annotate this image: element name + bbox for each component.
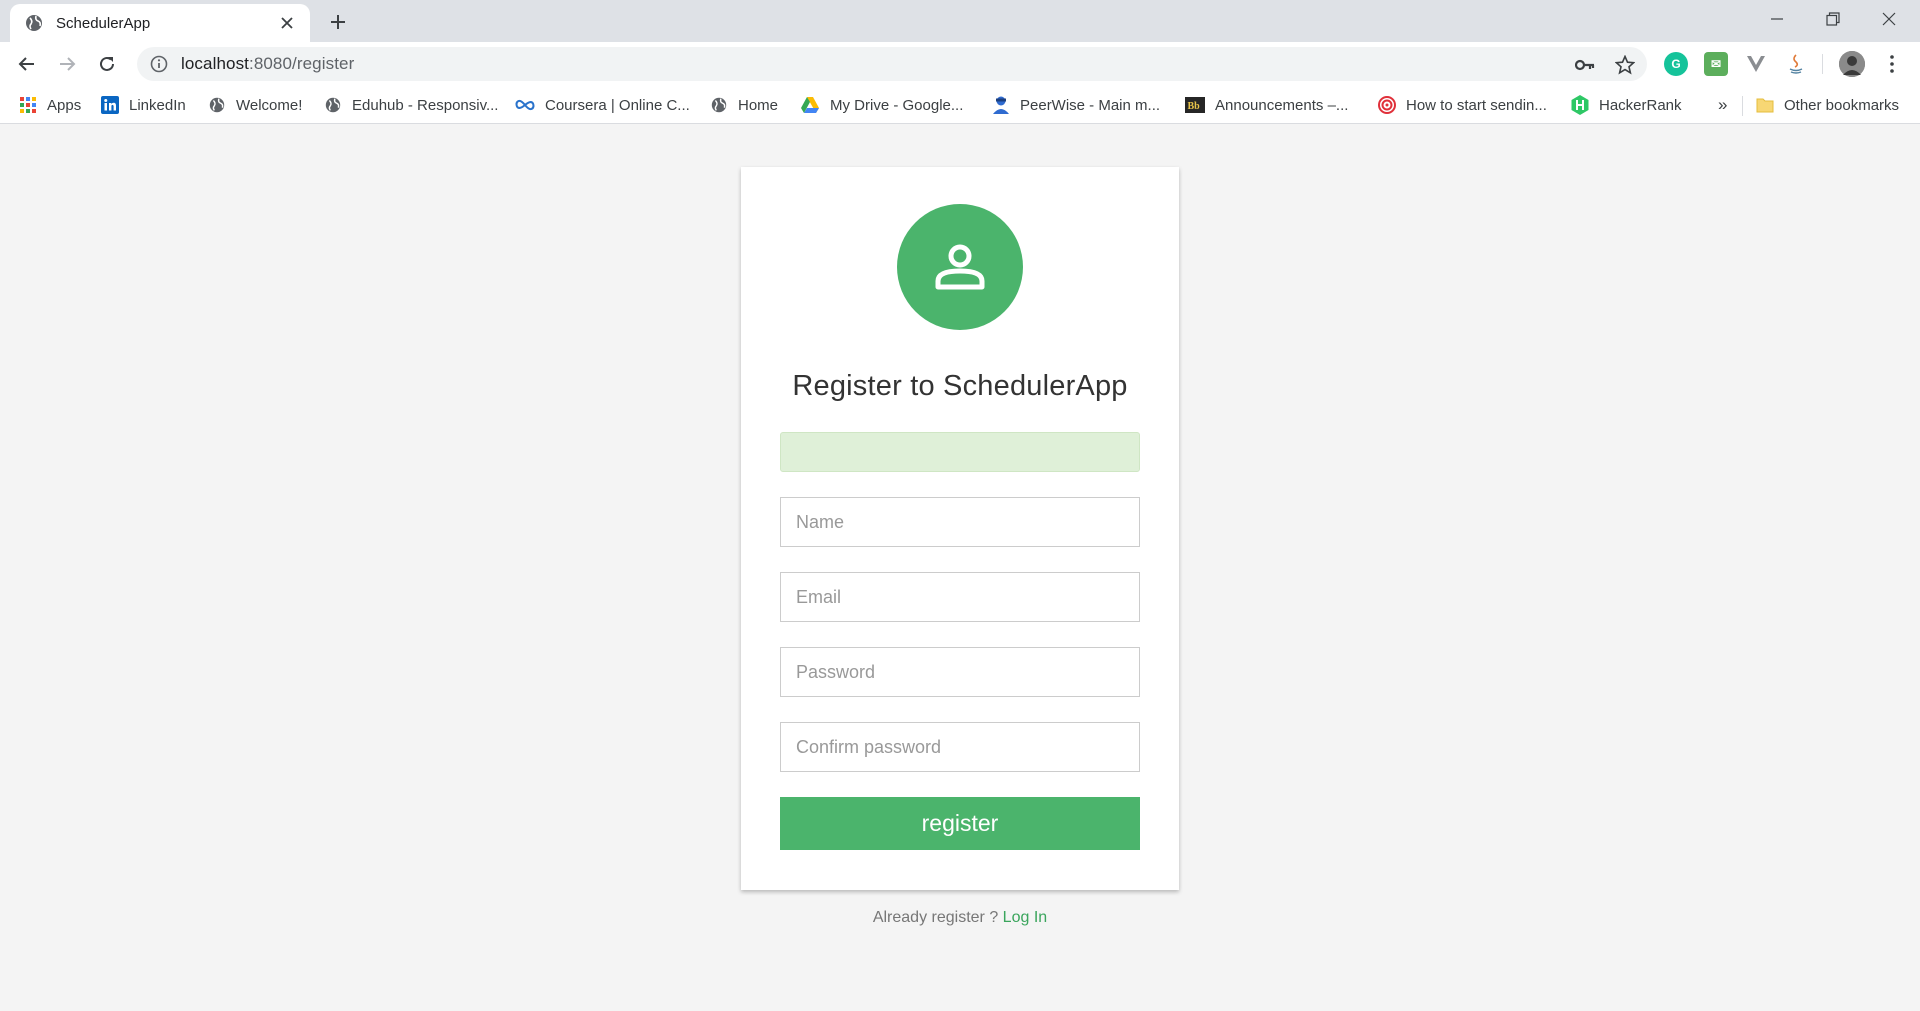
info-icon[interactable] [149,54,169,74]
user-avatar [897,204,1023,330]
bookmark-label: Welcome! [236,96,303,114]
bookmark-welcome[interactable]: Welcome! [208,94,302,116]
mail-tracker-icon[interactable]: ✉ [1704,52,1728,76]
globe-icon [26,15,42,31]
browser-toolbar: localhost:8080/register G ✉ [0,42,1920,86]
profile-avatar[interactable] [1839,51,1865,77]
password-field[interactable] [780,647,1140,697]
globe-icon [208,96,226,114]
forward-icon[interactable] [53,50,81,78]
bookmark-linkedin[interactable]: LinkedIn [101,94,186,116]
close-window-icon[interactable] [1861,0,1917,38]
reload-icon[interactable] [93,50,121,78]
bookmark-hackerrank[interactable]: HackerRank [1571,94,1682,116]
globe-icon [710,96,728,114]
bookmark-how-to-start[interactable]: How to start sendin... [1378,94,1547,116]
toolbar-divider [1822,54,1823,74]
bookmark-coursera[interactable]: Coursera | Online C... [515,94,690,116]
bookmarks-divider [1742,96,1743,116]
globe-icon [324,96,342,114]
target-icon [1378,96,1396,114]
bookmark-label: Coursera | Online C... [545,96,690,114]
back-icon[interactable] [13,50,41,78]
other-bookmarks-folder[interactable]: Other bookmarks [1756,94,1899,116]
bookmark-label: My Drive - Google... [830,96,964,114]
apps-grid-icon [19,96,37,114]
register-card: Register to SchedulerApp register [741,167,1179,890]
bookmark-eduhub[interactable]: Eduhub - Responsiv... [324,94,498,116]
browser-tab[interactable]: SchedulerApp [10,4,310,42]
bookmarks-overflow-button[interactable]: » [1718,94,1727,116]
bookmarks-bar: Apps LinkedIn Welcome! Eduhub - Responsi… [0,86,1920,124]
bookmark-home[interactable]: Home [710,94,778,116]
star-icon[interactable] [1613,53,1637,77]
peerwise-icon [992,96,1010,114]
person-icon [935,244,985,290]
page-title: Register to SchedulerApp [792,370,1128,402]
name-field[interactable] [780,497,1140,547]
menu-kebab-icon[interactable] [1880,52,1904,76]
key-icon[interactable] [1573,53,1597,77]
bookmark-label: Eduhub - Responsiv... [352,96,499,114]
tab-strip: SchedulerApp [0,0,1920,42]
overflow-chevron-icon: » [1718,95,1728,114]
vue-devtools-icon[interactable] [1744,52,1768,76]
email-field[interactable] [780,572,1140,622]
linkedin-icon [101,96,119,114]
close-tab-icon[interactable] [276,12,298,34]
new-tab-icon[interactable] [325,9,351,35]
folder-icon [1756,96,1774,114]
svg-text:Bb: Bb [1188,101,1201,112]
java-icon[interactable] [1784,52,1808,76]
blackboard-icon: Bb [1185,96,1205,114]
login-link[interactable]: Log In [1003,909,1047,926]
bookmark-label: LinkedIn [129,96,186,114]
bookmark-announcements[interactable]: Bb Announcements –... [1185,94,1348,116]
bookmark-label: HackerRank [1599,96,1682,114]
bookmark-my-drive[interactable]: My Drive - Google... [800,94,963,116]
hackerrank-icon [1571,95,1589,115]
minimize-icon[interactable] [1749,0,1805,38]
bookmark-label: How to start sendin... [1406,96,1547,114]
login-prompt-text: Already register ? [872,909,1003,926]
register-button[interactable]: register [780,797,1140,850]
tab-title: SchedulerApp [56,14,151,32]
restore-icon[interactable] [1805,0,1861,38]
bookmark-peerwise[interactable]: PeerWise - Main m... [992,94,1160,116]
bookmark-label: PeerWise - Main m... [1020,96,1161,114]
bookmark-apps[interactable]: Apps [19,94,81,116]
bookmark-label: Announcements –... [1215,96,1349,114]
other-bookmarks-label: Other bookmarks [1784,96,1900,114]
google-drive-icon [800,96,820,114]
address-bar[interactable]: localhost:8080/register [137,47,1647,81]
login-prompt: Already register ? Log In [741,909,1179,927]
status-alert [780,432,1140,472]
bookmark-label: Apps [47,96,82,114]
confirm-password-field[interactable] [780,722,1140,772]
bookmark-label: Home [738,96,779,114]
coursera-icon [515,96,535,114]
url-text: localhost:8080/register [181,54,355,73]
grammarly-icon[interactable]: G [1664,52,1688,76]
